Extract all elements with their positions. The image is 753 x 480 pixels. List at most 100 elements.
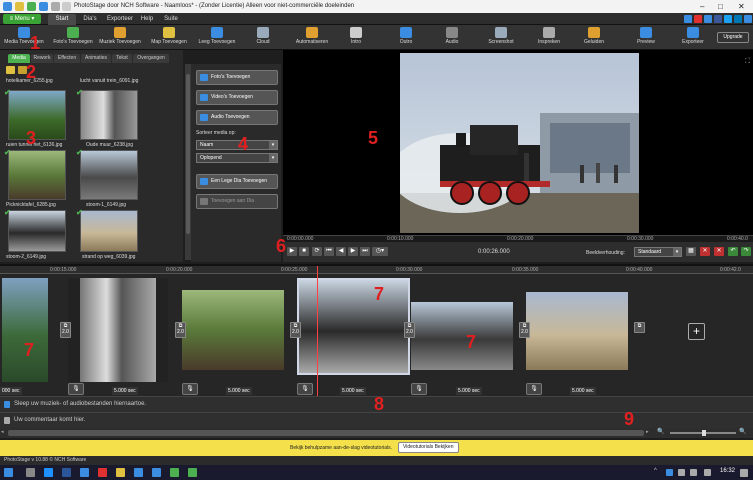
media-thumbnail[interactable] bbox=[8, 150, 66, 200]
clip-duration[interactable]: 5.000 sec bbox=[456, 387, 482, 395]
skip-end-icon[interactable]: ⏭ bbox=[360, 247, 370, 256]
tab-effecten[interactable]: Effecten bbox=[54, 54, 80, 63]
sort-order-select[interactable]: Oplopend ▾ bbox=[196, 153, 278, 163]
transition-box[interactable]: ⧉ bbox=[634, 322, 645, 333]
map-toevoegen-button[interactable]: Map Toevoegen bbox=[148, 26, 190, 49]
mail-icon[interactable] bbox=[80, 468, 89, 477]
redo-icon[interactable] bbox=[62, 2, 71, 11]
zoom-slider-handle[interactable] bbox=[702, 430, 706, 436]
linkedin-icon[interactable] bbox=[734, 15, 742, 23]
voice-dropdown[interactable]: 🎙 bbox=[411, 383, 427, 395]
undo-icon[interactable] bbox=[51, 2, 60, 11]
clip-duration[interactable]: 5.000 sec bbox=[226, 387, 252, 395]
facebook-icon[interactable] bbox=[714, 15, 722, 23]
geluiden-button[interactable]: Geluiden bbox=[580, 26, 608, 49]
tray-icon[interactable] bbox=[666, 469, 673, 476]
loop-icon[interactable]: ⟳ bbox=[312, 247, 322, 256]
delete-icon[interactable]: ✕ bbox=[714, 247, 724, 256]
timeline-clip[interactable] bbox=[411, 302, 513, 370]
muziek-toevoegen-button[interactable]: Muziek Toevoegen bbox=[98, 26, 142, 49]
tab-overgangen[interactable]: Overgangen bbox=[133, 54, 169, 63]
play-icon[interactable]: ▶ bbox=[287, 247, 297, 256]
open-icon[interactable] bbox=[27, 2, 36, 11]
cloud-button[interactable]: Cloud bbox=[252, 26, 274, 49]
save-icon[interactable] bbox=[39, 2, 48, 11]
clip-duration[interactable]: 000 sec bbox=[0, 387, 22, 395]
timeline-scrollbar[interactable]: ◂ ▸ 🔍 🔍 bbox=[0, 428, 753, 438]
add-audio-button[interactable]: Audio Toevoegen bbox=[196, 110, 278, 125]
scroll-left-icon[interactable]: ◂ bbox=[1, 429, 4, 435]
screenshot-button[interactable]: Screenshot bbox=[484, 26, 518, 49]
tab-exporteer[interactable]: Exporteer bbox=[104, 14, 136, 25]
voice-dropdown[interactable]: 🎙 bbox=[68, 383, 84, 395]
clip-duration[interactable]: 5.000 sec bbox=[112, 387, 138, 395]
timeline-clip[interactable] bbox=[526, 292, 628, 370]
transition-box[interactable]: ⧉ 2.0 bbox=[519, 322, 530, 338]
clip-duration[interactable]: 5.000 sec bbox=[340, 387, 366, 395]
tray-chevron-icon[interactable]: ^ bbox=[654, 468, 657, 474]
explorer-icon[interactable] bbox=[116, 468, 125, 477]
remove-icon[interactable]: ✕ bbox=[700, 247, 710, 256]
app-icon[interactable] bbox=[152, 468, 161, 477]
timeline-clip[interactable] bbox=[2, 278, 48, 382]
add-videos-button[interactable]: Video's Toevoegen bbox=[196, 90, 278, 105]
transition-box[interactable]: ⧉ 2.0 bbox=[290, 322, 301, 338]
tab-help[interactable]: Help bbox=[138, 14, 156, 25]
maximize-icon[interactable]: □ bbox=[718, 2, 723, 11]
add-empty-slide-button[interactable]: Een Lege Dia Toevoegen bbox=[196, 174, 278, 189]
start-icon[interactable] bbox=[4, 468, 13, 477]
notifications-icon[interactable] bbox=[740, 469, 748, 477]
stop-icon[interactable]: ■ bbox=[299, 247, 309, 256]
transition-box[interactable]: ⧉ 2.0 bbox=[175, 322, 186, 338]
voice-dropdown[interactable]: 🎙 bbox=[182, 383, 198, 395]
network-icon[interactable] bbox=[678, 469, 685, 476]
add-clip-button[interactable]: + bbox=[688, 323, 705, 340]
photostage-taskbar-icon[interactable] bbox=[170, 468, 179, 477]
new-icon[interactable] bbox=[15, 2, 24, 11]
fullscreen-icon[interactable]: ⛶ bbox=[745, 58, 750, 66]
zoom-out-icon[interactable]: 🔍 bbox=[657, 428, 664, 435]
close-icon[interactable]: ✕ bbox=[738, 2, 745, 11]
menu-button[interactable]: ≡ Menu ▾ bbox=[3, 14, 41, 24]
add-photos-button[interactable]: Foto's Toevoegen bbox=[196, 70, 278, 85]
keyboard-icon[interactable] bbox=[704, 469, 711, 476]
media-thumbnail[interactable] bbox=[80, 90, 138, 140]
rotate-right-icon[interactable]: ↷ bbox=[741, 247, 751, 256]
speed-icon[interactable]: ◷▾ bbox=[372, 247, 388, 256]
add-to-slide-button[interactable]: Toevoegen aan Dia bbox=[196, 194, 278, 209]
inspreken-button[interactable]: Inspreken bbox=[534, 26, 564, 49]
timeline-clip[interactable] bbox=[68, 278, 168, 382]
scrollbar-thumb[interactable] bbox=[8, 430, 644, 436]
scroll-right-icon[interactable]: ▸ bbox=[646, 429, 649, 435]
outro-button[interactable]: Outro bbox=[396, 26, 416, 49]
preview-button[interactable]: Preview bbox=[634, 26, 658, 49]
voice-dropdown[interactable]: 🎙 bbox=[297, 383, 313, 395]
timeline-clip[interactable] bbox=[182, 290, 284, 370]
tutorials-button[interactable]: Videotutorials Bekijken bbox=[398, 442, 459, 453]
media-thumbnail[interactable] bbox=[80, 210, 138, 252]
intro-button[interactable]: Intro bbox=[346, 26, 366, 49]
app-icon[interactable] bbox=[98, 468, 107, 477]
like-icon[interactable] bbox=[704, 15, 712, 23]
folder-icon[interactable] bbox=[6, 66, 15, 74]
rotate-left-icon[interactable]: ↶ bbox=[728, 247, 738, 256]
automatiseren-button[interactable]: Automatiseren bbox=[292, 26, 332, 49]
app-icon[interactable] bbox=[134, 468, 143, 477]
leeg-toevoegen-button[interactable]: Leeg Toevoegen bbox=[196, 26, 238, 49]
aspect-select[interactable]: Standaard ▾ bbox=[634, 247, 682, 257]
task-view-icon[interactable] bbox=[26, 468, 35, 477]
zoom-in-icon[interactable]: 🔍 bbox=[739, 428, 746, 435]
scrollbar-thumb[interactable] bbox=[186, 74, 190, 234]
tab-dias[interactable]: Dia's bbox=[78, 14, 102, 25]
app-icon[interactable] bbox=[188, 468, 197, 477]
clip-duration[interactable]: 5.000 sec bbox=[570, 387, 596, 395]
step-back-icon[interactable]: ◀ bbox=[336, 247, 346, 256]
tab-suite[interactable]: Suite bbox=[160, 14, 182, 25]
audio-button[interactable]: Audio bbox=[442, 26, 462, 49]
sort-by-select[interactable]: Naam ▾ bbox=[196, 140, 278, 150]
media-thumbnail[interactable] bbox=[80, 150, 138, 200]
volume-icon[interactable] bbox=[690, 469, 697, 476]
help-icon[interactable] bbox=[744, 15, 752, 23]
edge-icon[interactable] bbox=[44, 468, 53, 477]
playhead[interactable] bbox=[317, 266, 318, 398]
